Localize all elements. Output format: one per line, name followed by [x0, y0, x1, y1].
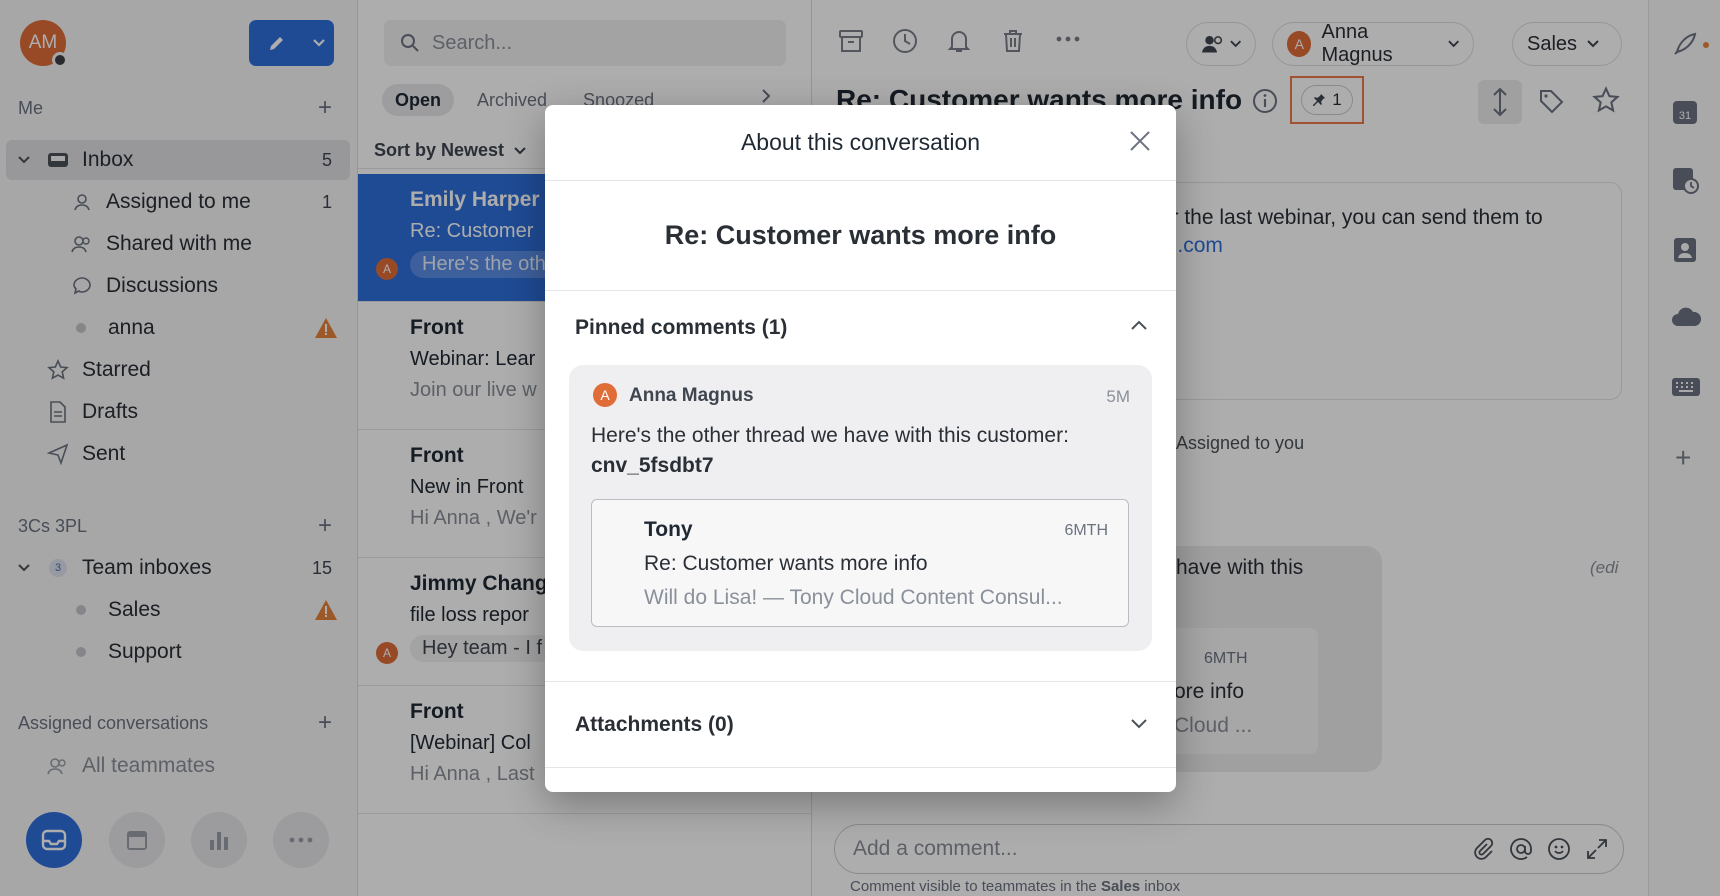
close-icon[interactable] — [1128, 129, 1152, 153]
ref-preview: Will do Lisa! — Tony Cloud Content Consu… — [644, 586, 1063, 609]
comment-body: Here's the other thread we have with thi… — [591, 424, 1069, 447]
attachments-header[interactable]: Attachments (0) — [545, 682, 1176, 768]
chevron-down-icon[interactable] — [1130, 718, 1148, 730]
pinned-comments-header[interactable]: Pinned comments (1) — [545, 291, 1176, 365]
comment-time: 5M — [1106, 387, 1130, 406]
conversation-id: cnv_5fsdbt7 — [591, 454, 714, 477]
avatar: A — [593, 383, 617, 407]
ref-time: 6MTH — [1064, 522, 1108, 539]
modal-subject: Re: Customer wants more info — [545, 181, 1176, 291]
modal-title: About this conversation — [740, 129, 981, 155]
referenced-conversation-card[interactable]: Tony 6MTH Re: Customer wants more info W… — [591, 499, 1129, 627]
chevron-up-icon[interactable] — [1130, 319, 1148, 331]
pinned-comments-title: Pinned comments (1) — [575, 316, 788, 339]
pinned-comment-card: A Anna Magnus 5M Here's the other thread… — [569, 365, 1152, 651]
ref-subject: Re: Customer wants more info — [644, 552, 928, 575]
attachments-title: Attachments (0) — [575, 712, 734, 736]
comment-author: Anna Magnus — [629, 385, 754, 406]
about-conversation-modal: About this conversation Re: Customer wan… — [545, 105, 1176, 792]
ref-from: Tony — [644, 518, 693, 541]
